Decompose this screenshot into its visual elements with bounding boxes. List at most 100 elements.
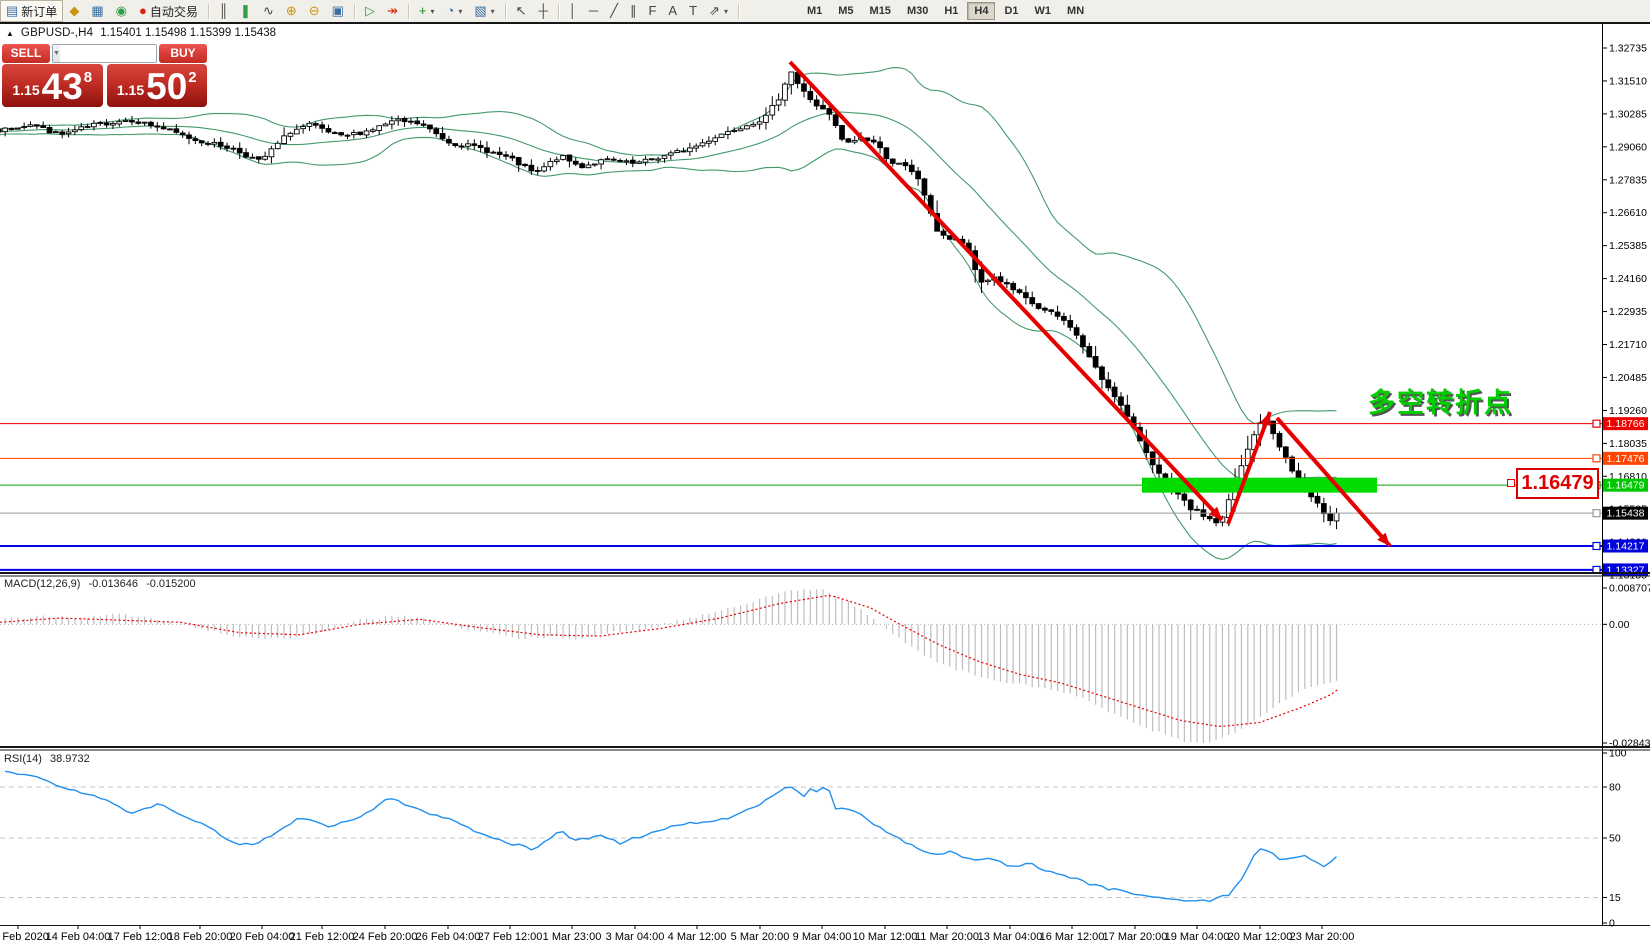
svg-text:80: 80: [1609, 782, 1621, 794]
candlestick-chart-icon: ❚: [240, 3, 251, 19]
indicators-add-button[interactable]: + ▾: [413, 0, 441, 22]
chart-shift-icon: ↠: [387, 3, 398, 19]
svg-text:17 Feb 12:00: 17 Feb 12:00: [108, 931, 173, 943]
svg-text:15: 15: [1609, 892, 1621, 904]
text-label-button[interactable]: T: [683, 0, 703, 22]
svg-text:12 Feb 2020: 12 Feb 2020: [0, 931, 49, 943]
auto-scroll-icon: ▷: [365, 3, 375, 19]
tf-h1-button[interactable]: H1: [937, 2, 965, 20]
mt4-window: { "toolbar": { "caret_glyph": "▾", "item…: [0, 0, 1650, 948]
auto-scroll-button[interactable]: ▷: [359, 0, 381, 22]
trendline-icon: ╱: [610, 3, 618, 19]
sell-price-box[interactable]: 1.15 43 8: [2, 64, 103, 107]
templates-button[interactable]: ▧ ▾: [468, 0, 500, 22]
buy-price-big: 50: [146, 70, 187, 103]
text-button[interactable]: A: [662, 0, 683, 22]
tf-m30-button[interactable]: M30: [900, 2, 935, 20]
periods-button[interactable]: ◔ ▾: [440, 0, 468, 22]
price-callout-label[interactable]: 1.16479: [1516, 468, 1599, 499]
tf-h4-button[interactable]: H4: [967, 2, 995, 20]
new-order-icon: ▤: [6, 3, 18, 19]
fibonacci-button[interactable]: F: [642, 0, 662, 22]
tf-m1-button[interactable]: M1: [800, 2, 829, 20]
tf-m5-button[interactable]: M5: [831, 2, 860, 20]
buy-button[interactable]: BUY: [159, 44, 207, 63]
buy-price-box[interactable]: 1.15 50 2: [107, 64, 208, 107]
tf-w1-button[interactable]: W1: [1028, 2, 1059, 20]
svg-text:18 Feb 20:00: 18 Feb 20:00: [168, 931, 233, 943]
time-axis[interactable]: 12 Feb 202014 Feb 04:0017 Feb 12:0018 Fe…: [0, 925, 1354, 943]
horizontal-line-button[interactable]: ─: [583, 0, 604, 22]
channel-button[interactable]: ∥: [624, 0, 643, 22]
tile-windows-button[interactable]: ▣: [326, 0, 350, 22]
bar-chart-icon: ║: [219, 3, 228, 19]
volume-input[interactable]: [60, 45, 157, 62]
sell-price-prefix: 1.15: [12, 82, 39, 98]
toolbar-separator: [738, 4, 739, 19]
signals-button[interactable]: ◉: [110, 0, 133, 22]
line-anchor-handle: [1593, 510, 1600, 517]
svg-text:1.17476: 1.17476: [1607, 453, 1645, 465]
orders-button[interactable]: ◆: [63, 0, 85, 22]
svg-text:23 Mar 20:00: 23 Mar 20:00: [1290, 931, 1355, 943]
shapes-button[interactable]: ⇗ ▾: [703, 0, 734, 22]
autotrading-button[interactable]: ● 自动交易: [133, 0, 204, 22]
line-chart-icon: ∿: [263, 3, 274, 19]
bar-chart-button[interactable]: ║: [213, 0, 234, 22]
charts-window-button[interactable]: ▦: [85, 0, 109, 22]
macd-label: MACD(12,26,9) -0.013646 -0.015200: [4, 578, 201, 590]
line-chart-button[interactable]: ∿: [257, 0, 280, 22]
macd-signal-line: [0, 596, 1338, 727]
level-lines-layer[interactable]: [0, 420, 1602, 573]
macd-value-main: -0.013646: [88, 578, 138, 590]
svg-text:1.15438: 1.15438: [1607, 508, 1645, 520]
sell-price-pip: 8: [84, 69, 92, 86]
svg-text:1.30285: 1.30285: [1609, 108, 1647, 120]
svg-text:0.008707: 0.008707: [1609, 583, 1650, 595]
timeframe-group: M1 M5 M15 M30 H1 H4 D1 W1 MN: [799, 2, 1092, 20]
macd-name: MACD(12,26,9): [4, 578, 80, 590]
new-order-button[interactable]: ▤ 新订单: [0, 0, 63, 22]
tf-m15-button[interactable]: M15: [863, 2, 898, 20]
turning-point-annotation[interactable]: 多空转折点: [1368, 381, 1513, 420]
svg-text:1.18766: 1.18766: [1607, 418, 1645, 430]
charts-window-icon: ▦: [91, 3, 103, 19]
cursor-button[interactable]: ↖: [510, 0, 533, 22]
svg-text:1.29060: 1.29060: [1609, 141, 1647, 153]
toolbar-separator: [208, 4, 209, 19]
trendline-button[interactable]: ╱: [604, 0, 624, 22]
text-icon: A: [668, 3, 677, 19]
buy-price-pip: 2: [188, 69, 196, 86]
crosshair-icon: ┼: [539, 3, 548, 19]
horizontal-line-icon: ─: [589, 3, 598, 19]
svg-text:50: 50: [1609, 833, 1621, 845]
tile-windows-icon: ▣: [332, 3, 344, 19]
sell-button[interactable]: SELL: [2, 44, 50, 63]
svg-text:1 Mar 23:00: 1 Mar 23:00: [543, 931, 602, 943]
autotrading-label: 自动交易: [150, 3, 198, 20]
vertical-line-button[interactable]: │: [563, 0, 583, 22]
svg-text:1.25385: 1.25385: [1609, 240, 1647, 252]
collapse-triangle-icon[interactable]: ▲: [6, 29, 14, 38]
svg-text:20 Feb 04:00: 20 Feb 04:00: [230, 931, 295, 943]
svg-text:1.19260: 1.19260: [1609, 405, 1647, 417]
candlestick-chart-button[interactable]: ❚: [234, 0, 257, 22]
zoom-out-button[interactable]: ⊖: [303, 0, 326, 22]
chart-shift-button[interactable]: ↠: [381, 0, 404, 22]
tf-d1-button[interactable]: D1: [997, 2, 1025, 20]
toolbar-separator: [408, 4, 409, 19]
crosshair-button[interactable]: ┼: [533, 0, 554, 22]
zoom-in-button[interactable]: ⊕: [280, 0, 303, 22]
chart-canvas[interactable]: 1.327351.315101.302851.290601.278351.266…: [0, 0, 1650, 948]
symbol-header: ▲ GBPUSD-,H4 1.15401 1.15498 1.15399 1.1…: [6, 27, 276, 39]
svg-text:19 Mar 04:00: 19 Mar 04:00: [1165, 931, 1230, 943]
svg-text:10 Mar 12:00: 10 Mar 12:00: [853, 931, 918, 943]
callout-anchor-handle[interactable]: [1507, 479, 1515, 487]
text-label-icon: T: [689, 3, 697, 19]
chevron-down-icon: ▾: [458, 7, 462, 16]
svg-text:1.13327: 1.13327: [1607, 564, 1645, 576]
periods-clock-icon: ◔: [446, 3, 454, 19]
tf-mn-button[interactable]: MN: [1060, 2, 1091, 20]
volume-decrease-button[interactable]: ▼: [53, 45, 60, 62]
svg-text:0.00: 0.00: [1609, 619, 1630, 631]
